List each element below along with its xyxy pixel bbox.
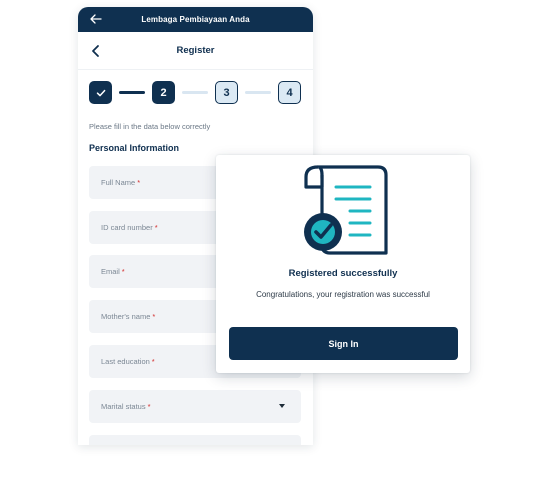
field-label: Mother's name [101,312,151,321]
document-check-icon [304,165,388,255]
field-label: ID card number [101,223,153,232]
step-3: 3 [215,81,238,104]
required-mark: * [151,357,155,366]
field-label: Last education [101,357,150,366]
required-mark: * [121,267,125,276]
chevron-left-icon[interactable] [90,43,102,59]
required-mark: * [154,223,158,232]
page-header: Register [78,32,313,70]
dialog-message: Congratulations, your registration was s… [256,290,430,299]
top-app-bar: Lembaga Pembiayaan Anda [78,7,313,32]
step-1-complete [89,81,112,104]
next-field-partial[interactable] [89,435,301,445]
success-dialog: Registered successfully Congratulations,… [216,155,470,373]
progress-stepper: 2 3 4 [89,81,301,105]
caret-down-icon [279,404,285,408]
required-mark: * [147,402,151,411]
step-connector [119,91,145,94]
app-title: Lembaga Pembiayaan Anda [141,15,250,24]
step-2: 2 [152,81,175,104]
step-connector [182,91,208,94]
field-label: Marital status [101,402,146,411]
required-mark: * [152,312,156,321]
required-mark: * [137,178,141,187]
dialog-title: Registered successfully [288,268,398,279]
check-icon [96,89,105,96]
field-label: Full Name [101,178,136,187]
step-connector [245,91,271,94]
form-hint: Please fill in the data below correctly [89,122,211,131]
marital-status-select[interactable]: Marital status * [89,390,301,423]
section-title: Personal Information [89,143,180,153]
step-4: 4 [278,81,301,104]
page-title: Register [176,45,215,56]
field-label: Email [101,267,120,276]
sign-in-button[interactable]: Sign In [229,327,458,360]
arrow-left-icon[interactable] [88,11,104,27]
